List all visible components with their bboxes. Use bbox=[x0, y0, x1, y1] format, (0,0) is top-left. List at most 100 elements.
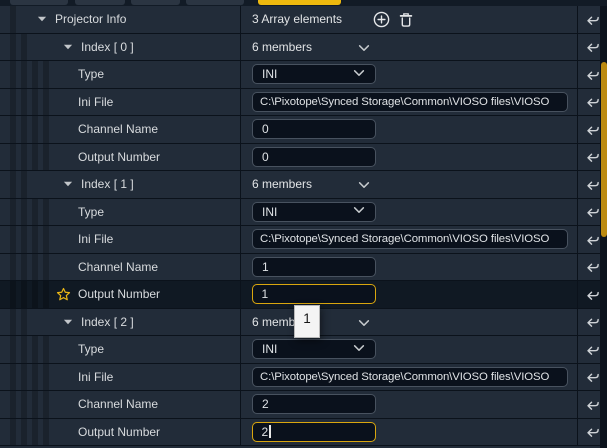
reset-cell bbox=[578, 226, 600, 253]
reset-to-default-button[interactable] bbox=[584, 39, 600, 55]
expander-arrow-icon[interactable] bbox=[62, 178, 74, 190]
toolbar-tab[interactable] bbox=[131, 0, 180, 5]
value-cell: 6 members bbox=[241, 309, 578, 336]
reset-to-default-button[interactable] bbox=[584, 11, 600, 27]
value-cell: 6 members bbox=[241, 171, 578, 198]
value-cell: 2 bbox=[241, 391, 578, 418]
reset-to-default-button[interactable] bbox=[584, 149, 600, 165]
reset-to-default-button[interactable] bbox=[584, 396, 600, 412]
label-cell: Output Number bbox=[0, 281, 241, 308]
ini-file-label: Ini File bbox=[78, 232, 113, 246]
reset-cell bbox=[578, 254, 600, 281]
output-number-input[interactable]: 1 bbox=[252, 284, 376, 304]
label-cell: Index [ 0 ] bbox=[0, 34, 241, 61]
reset-cell bbox=[578, 281, 600, 308]
label-cell: Index [ 2 ] bbox=[0, 309, 241, 336]
reset-cell bbox=[578, 199, 600, 226]
output-number-label: Output Number bbox=[78, 287, 160, 301]
property-row: Index [ 0 ] 6 members bbox=[0, 34, 600, 61]
chevron-down-icon[interactable] bbox=[357, 41, 371, 60]
output-number-input[interactable]: 2 bbox=[252, 422, 376, 442]
label-cell: Type bbox=[0, 199, 241, 226]
label-cell: Type bbox=[0, 336, 241, 363]
projector-info-label: Projector Info bbox=[55, 12, 126, 26]
output-number-input[interactable]: 0 bbox=[252, 147, 376, 167]
toolbar-tab[interactable] bbox=[75, 0, 125, 5]
scrollbar[interactable] bbox=[600, 6, 607, 448]
channel-name-label: Channel Name bbox=[78, 397, 158, 411]
expander-arrow-icon[interactable] bbox=[36, 13, 48, 25]
property-row: Projector Info3 Array elements bbox=[0, 6, 600, 33]
property-row: Ini File C:\Pixotope\Synced Storage\Commo… bbox=[0, 226, 600, 253]
reset-to-default-button[interactable] bbox=[584, 176, 600, 192]
type-dropdown[interactable]: INI bbox=[252, 64, 376, 84]
reset-to-default-button[interactable] bbox=[584, 259, 600, 275]
reset-to-default-button[interactable] bbox=[584, 369, 600, 385]
reset-to-default-button[interactable] bbox=[584, 66, 600, 82]
type-dropdown[interactable]: INI bbox=[252, 202, 376, 222]
reset-cell bbox=[578, 61, 600, 88]
property-row: Index [ 1 ]6 members bbox=[0, 171, 600, 198]
reset-to-default-button[interactable] bbox=[584, 424, 600, 440]
scrollbar-thumb[interactable] bbox=[601, 62, 607, 237]
property-row: Output Number0 bbox=[0, 144, 600, 171]
reset-cell bbox=[578, 336, 600, 363]
toolbar-tab[interactable] bbox=[10, 0, 68, 5]
favorite-star-icon[interactable] bbox=[56, 287, 71, 302]
reset-to-default-button[interactable] bbox=[584, 314, 600, 330]
value-tooltip: 1 bbox=[294, 305, 320, 338]
channel-name-input[interactable]: 1 bbox=[252, 257, 376, 277]
reset-cell bbox=[578, 144, 600, 171]
value-cell: C:\Pixotope\Synced Storage\Common\VIOSO … bbox=[241, 364, 578, 391]
label-cell: Type bbox=[0, 61, 241, 88]
reset-to-default-button[interactable] bbox=[584, 341, 600, 357]
chevron-down-icon[interactable] bbox=[357, 316, 371, 335]
text-caret bbox=[269, 425, 271, 438]
reset-cell bbox=[578, 364, 600, 391]
index-0-label: Index [ 0 ] bbox=[81, 40, 134, 54]
label-cell: Projector Info bbox=[0, 6, 241, 33]
property-row: Type INI bbox=[0, 199, 600, 226]
input-value: 1 bbox=[262, 287, 269, 301]
property-row: Type INI bbox=[0, 61, 600, 88]
toolbar-tab-active[interactable] bbox=[258, 0, 341, 5]
ini-file-input[interactable]: C:\Pixotope\Synced Storage\Common\VIOSO … bbox=[252, 92, 568, 112]
toolbar-tab[interactable] bbox=[186, 0, 244, 5]
value-cell: INI bbox=[241, 199, 578, 226]
reset-to-default-button[interactable] bbox=[584, 204, 600, 220]
dropdown-selected-value: INI bbox=[262, 67, 277, 81]
expander-arrow-icon[interactable] bbox=[62, 41, 74, 53]
reset-cell bbox=[578, 116, 600, 143]
delete-array-elements-icon[interactable] bbox=[397, 11, 415, 29]
reset-cell bbox=[578, 391, 600, 418]
reset-to-default-button[interactable] bbox=[584, 94, 600, 110]
channel-name-input[interactable]: 0 bbox=[252, 119, 376, 139]
reset-to-default-button[interactable] bbox=[584, 286, 600, 302]
value-cell: C:\Pixotope\Synced Storage\Common\VIOSO … bbox=[241, 89, 578, 116]
reset-cell bbox=[578, 34, 600, 61]
label-cell: Channel Name bbox=[0, 116, 241, 143]
input-value: 2 bbox=[262, 425, 269, 439]
value-cell: 6 members bbox=[241, 34, 578, 61]
channel-name-label: Channel Name bbox=[78, 260, 158, 274]
property-row: Channel Name 0 bbox=[0, 116, 600, 143]
type-label: Type bbox=[78, 342, 104, 356]
reset-to-default-button[interactable] bbox=[584, 121, 600, 137]
add-array-element-icon[interactable] bbox=[372, 11, 390, 29]
expander-arrow-icon[interactable] bbox=[62, 316, 74, 328]
dropdown-selected-value: INI bbox=[262, 342, 277, 356]
property-row: Output Number 2 bbox=[0, 419, 600, 446]
channel-name-input[interactable]: 2 bbox=[252, 394, 376, 414]
reset-to-default-button[interactable] bbox=[584, 231, 600, 247]
output-number-label: Output Number bbox=[78, 425, 160, 439]
ini-file-input[interactable]: C:\Pixotope\Synced Storage\Common\VIOSO … bbox=[252, 367, 568, 387]
property-row: Ini File C:\Pixotope\Synced Storage\Commo… bbox=[0, 89, 600, 116]
property-row: Channel Name 2 bbox=[0, 391, 600, 418]
chevron-down-icon[interactable] bbox=[357, 178, 371, 197]
ini-file-input[interactable]: C:\Pixotope\Synced Storage\Common\VIOSO … bbox=[252, 229, 568, 249]
ini-file-label: Ini File bbox=[78, 95, 113, 109]
value-cell: 1 bbox=[241, 281, 578, 308]
type-dropdown[interactable]: INI bbox=[252, 339, 376, 359]
reset-cell bbox=[578, 309, 600, 336]
type-label: Type bbox=[78, 205, 104, 219]
